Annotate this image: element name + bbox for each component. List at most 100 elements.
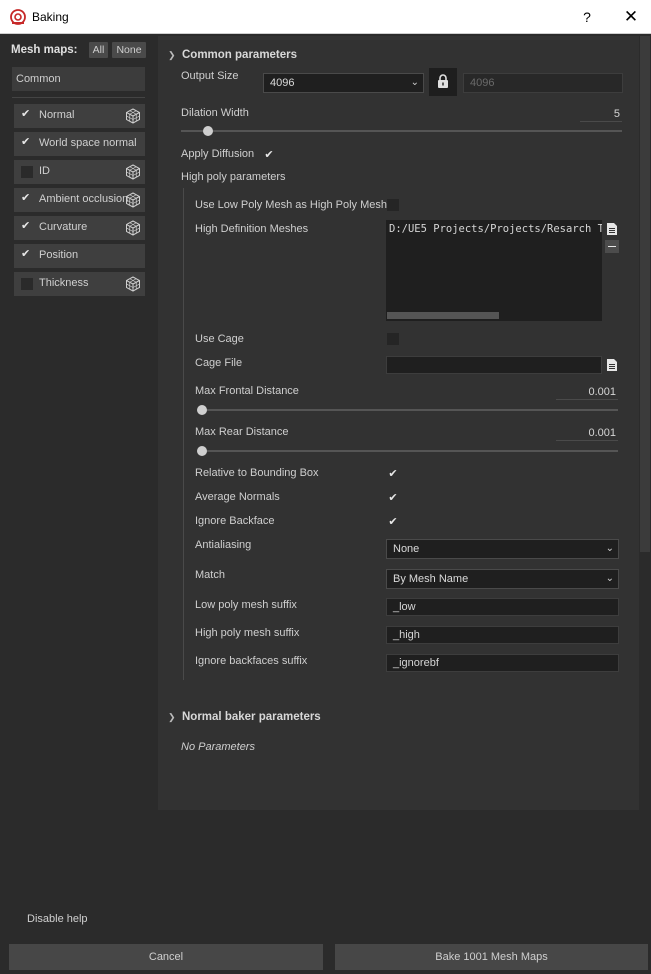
output-size-dropdown[interactable]: 4096 ⌄ (263, 73, 424, 93)
value-underline (556, 399, 618, 400)
file-icon[interactable] (606, 222, 618, 236)
mesh-map-item[interactable]: ID (14, 160, 145, 184)
mesh-map-checkbox[interactable] (21, 166, 33, 178)
use-cage-checkbox[interactable] (387, 333, 399, 345)
disable-help-button[interactable]: Disable help (27, 913, 88, 925)
value-underline (556, 440, 618, 441)
hd-meshes-list[interactable]: D:/UE5 Projects/Projects/Resarch Tent/Te… (386, 220, 602, 321)
map-group-select[interactable]: Common (12, 67, 145, 91)
minus-icon (608, 246, 616, 247)
normal-baker-header[interactable]: Normal baker parameters (182, 711, 321, 723)
max-rear-label: Max Rear Distance (195, 426, 289, 438)
use-low-as-high-label: Use Low Poly Mesh as High Poly Mesh (195, 199, 387, 211)
cage-file-label: Cage File (195, 357, 243, 369)
horizontal-scrollbar[interactable] (387, 312, 499, 319)
chevron-down-icon: ⌄ (410, 77, 419, 88)
mesh-map-label: Normal (39, 109, 75, 121)
use-low-as-high-checkbox[interactable] (387, 199, 399, 211)
antialiasing-dropdown[interactable]: None ⌄ (386, 539, 619, 559)
mesh-map-label: Curvature (39, 221, 88, 233)
file-icon[interactable] (606, 358, 618, 372)
low-suffix-label: Low poly mesh suffix (195, 599, 297, 611)
mesh-map-checkbox[interactable]: ✔ (21, 108, 33, 120)
chevron-down-icon[interactable]: ❯ (168, 712, 176, 723)
max-frontal-slider-track[interactable] (197, 409, 618, 411)
max-frontal-slider-thumb[interactable] (197, 405, 207, 415)
mesh-map-item[interactable]: ✔ Curvature (14, 216, 145, 240)
cage-file-field[interactable] (386, 356, 602, 374)
scrollbar[interactable] (640, 36, 650, 552)
max-rear-slider-thumb[interactable] (197, 446, 207, 456)
max-frontal-label: Max Frontal Distance (195, 385, 299, 397)
hd-meshes-label: High Definition Meshes (195, 223, 309, 235)
mesh-map-item[interactable]: ✔ World space normal (14, 132, 145, 156)
mesh-map-checkbox[interactable] (21, 278, 33, 290)
low-suffix-field[interactable]: _low (386, 598, 619, 616)
mesh-map-label: Position (39, 249, 79, 261)
output-size-label: Output Size (181, 70, 239, 82)
select-all-button[interactable]: All (89, 42, 108, 58)
hd-mesh-path[interactable]: D:/UE5 Projects/Projects/Resarch Tent/Te… (389, 223, 602, 235)
lock-button[interactable] (429, 68, 457, 96)
match-value: By Mesh Name (393, 573, 469, 585)
mesh-map-label: World space normal (39, 137, 137, 149)
dilation-width-value[interactable]: 5 (580, 108, 620, 120)
group-indent-line (183, 188, 184, 680)
match-label: Match (195, 569, 225, 581)
cube-icon[interactable] (125, 164, 141, 180)
mesh-map-checkbox[interactable]: ✔ (21, 192, 33, 204)
relative-bb-checkbox[interactable]: ✔ (387, 468, 399, 480)
select-none-button[interactable]: None (112, 42, 146, 58)
lock-icon (438, 74, 448, 88)
antialiasing-value: None (393, 543, 420, 555)
match-dropdown[interactable]: By Mesh Name ⌄ (386, 569, 619, 589)
cube-icon[interactable] (125, 276, 141, 292)
bake-button[interactable]: Bake 1001 Mesh Maps (335, 944, 648, 970)
output-size-linked-field: 4096 (463, 73, 623, 93)
average-normals-label: Average Normals (195, 491, 280, 503)
divider (12, 97, 145, 98)
no-parameters-text: No Parameters (181, 741, 255, 753)
output-size-value: 4096 (270, 77, 295, 89)
ignore-suffix-field[interactable]: _ignorebf (386, 654, 619, 672)
mesh-map-item[interactable]: ✔ Normal (14, 104, 145, 128)
mesh-map-label: Ambient occlusion (39, 193, 129, 205)
mesh-map-checkbox[interactable]: ✔ (21, 220, 33, 232)
ignore-backface-label: Ignore Backface (195, 515, 275, 527)
mesh-map-label: ID (39, 165, 50, 177)
remove-mesh-button[interactable] (605, 240, 619, 253)
cube-icon[interactable] (125, 220, 141, 236)
mesh-map-checkbox[interactable]: ✔ (21, 136, 33, 148)
max-rear-slider-track[interactable] (197, 450, 618, 452)
relative-bb-label: Relative to Bounding Box (195, 467, 319, 479)
close-button[interactable]: ✕ (621, 7, 641, 27)
chevron-down-icon[interactable]: ❯ (168, 50, 176, 61)
chevron-down-icon: ⌄ (605, 543, 614, 554)
max-frontal-value[interactable]: 0.001 (556, 386, 616, 398)
cube-icon[interactable] (125, 108, 141, 124)
mesh-maps-label: Mesh maps: (11, 44, 78, 56)
mesh-map-item[interactable]: Thickness (14, 272, 145, 296)
dilation-width-label: Dilation Width (181, 107, 249, 119)
average-normals-checkbox[interactable]: ✔ (387, 492, 399, 504)
ignore-suffix-label: Ignore backfaces suffix (195, 655, 308, 667)
apply-diffusion-checkbox[interactable]: ✔ (263, 149, 275, 161)
cube-icon[interactable] (125, 192, 141, 208)
high-poly-parameters-label: High poly parameters (181, 171, 286, 183)
title-bar: Baking ? ✕ (0, 0, 651, 34)
dilation-slider-track[interactable] (181, 130, 622, 132)
apply-diffusion-label: Apply Diffusion (181, 148, 255, 160)
mesh-map-checkbox[interactable]: ✔ (21, 248, 33, 260)
use-cage-label: Use Cage (195, 333, 244, 345)
cancel-button[interactable]: Cancel (9, 944, 323, 970)
antialiasing-label: Antialiasing (195, 539, 252, 551)
app-icon (10, 9, 26, 25)
ignore-backface-checkbox[interactable]: ✔ (387, 516, 399, 528)
common-parameters-header[interactable]: Common parameters (182, 49, 297, 61)
dilation-slider-thumb[interactable] (202, 126, 213, 136)
help-button[interactable]: ? (578, 8, 596, 26)
max-rear-value[interactable]: 0.001 (556, 427, 616, 439)
high-suffix-field[interactable]: _high (386, 626, 619, 644)
mesh-map-item[interactable]: ✔ Ambient occlusion (14, 188, 145, 212)
mesh-map-item[interactable]: ✔ Position (14, 244, 145, 268)
